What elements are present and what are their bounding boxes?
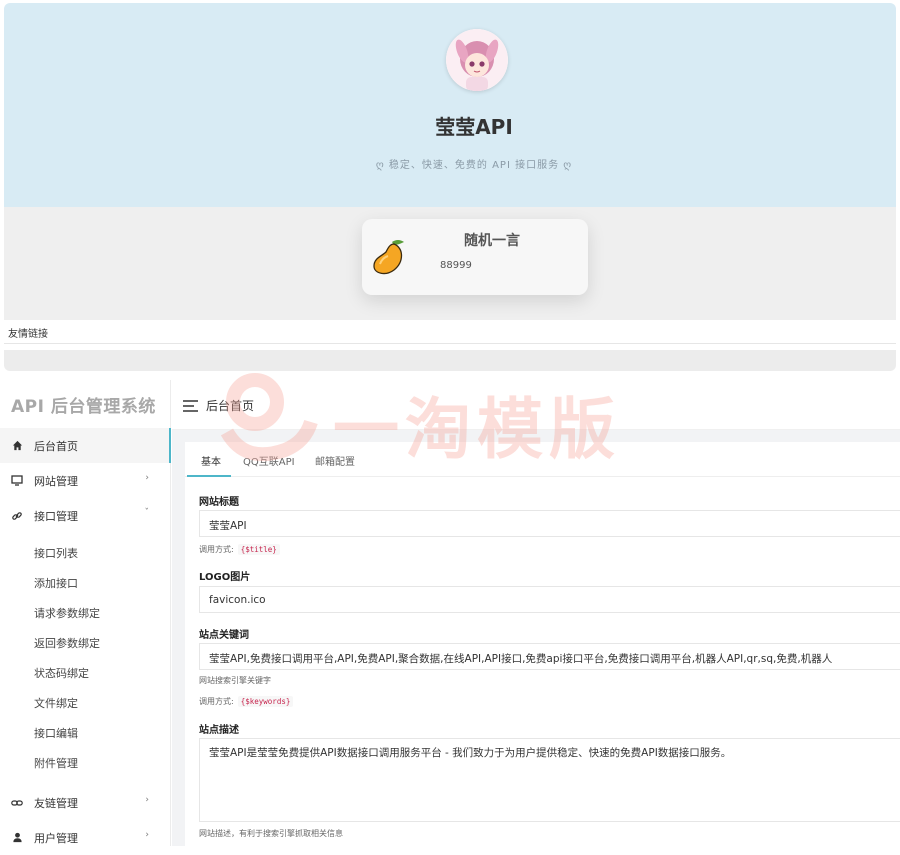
logo-input[interactable]: favicon.ico [199,586,900,613]
breadcrumb: 后台首页 [206,399,255,413]
monitor-icon [10,474,24,488]
sidebar-item-label: 接口管理 [34,509,78,523]
sidebar-item-website[interactable]: 网站管理 › [0,463,171,498]
tab-qq-api[interactable]: QQ互联API [243,453,295,468]
sidebar-item-label: 用户管理 [34,831,78,845]
admin-brand: API 后台管理系统 [11,397,156,417]
admin-topbar: 后台首页 [172,380,900,430]
settings-panel: 基本 QQ互联API 邮箱配置 网站标题 莹莹API 调用方式: {$title}… [185,442,900,846]
admin-main: 后台首页 基本 QQ互联API 邮箱配置 网站标题 莹莹API 调用方式: {$t… [172,380,900,846]
sidebar-subitem[interactable]: 接口编辑 [0,719,171,749]
quote-text: 88999 [440,260,472,271]
site-avatar [446,29,508,91]
description-textarea[interactable]: 莹莹API是莹莹免费提供API数据接口调用服务平台 - 我们致力于为用户提供稳定… [199,738,900,822]
site-description: ღ 稳定、快速、免费的 API 接口服务 ღ [4,156,896,171]
mango-icon [368,236,408,280]
active-tab-indicator [187,475,231,477]
friend-links-label: 友情链接 [8,329,48,340]
description-help: 网站描述，有利于搜索引擎抓取相关信息 [199,829,343,838]
logo-label: LOGO图片 [199,572,251,583]
keywords-input[interactable]: 莹莹API,免费接口调用平台,API,免费API,聚合数据,在线API,API接… [199,643,900,670]
link-icon [10,796,24,810]
quote-title: 随机一言 [464,233,520,249]
site-title-help: 调用方式: {$title} [199,544,280,555]
menu-toggle-icon[interactable] [183,397,199,416]
sidebar-subitem[interactable]: 状态码绑定 [0,659,171,689]
admin-sidebar: API 后台管理系统 后台首页 网站管理 › 接口管理 ˇ 接口列表 添加接口 … [0,380,171,846]
sidebar-subitem[interactable]: 请求参数绑定 [0,599,171,629]
code-snippet: {$keywords} [237,696,294,707]
sidebar-subitem[interactable]: 附件管理 [0,749,171,779]
sidebar-subitem[interactable]: 返回参数绑定 [0,629,171,659]
user-icon [10,831,24,845]
site-title-label: 网站标题 [199,497,239,508]
sidebar-item-label: 网站管理 [34,474,78,488]
sidebar-nav: 后台首页 网站管理 › 接口管理 ˇ 接口列表 添加接口 请求参数绑定 返回参数… [0,428,171,855]
quote-section: 随机一言 88999 [4,207,896,320]
site-description-text: 稳定、快速、免费的 API 接口服务 [388,160,560,171]
description-label: 站点描述 [199,725,239,736]
sidebar-subitem[interactable]: 接口列表 [0,539,171,569]
keywords-help: 网站搜索引擎关键字 [199,676,271,685]
home-icon [10,439,24,453]
tab-email[interactable]: 邮箱配置 [315,453,355,468]
leaf-icon: ღ [375,160,385,171]
keywords-label: 站点关键词 [199,630,249,641]
sidebar-item-label: 后台首页 [34,439,78,453]
sidebar-item-friend-links[interactable]: 友链管理 › [0,785,171,820]
chevron-right-icon: › [145,473,149,483]
footer-band [4,350,896,371]
settings-tabs: 基本 QQ互联API 邮箱配置 [185,442,900,477]
sidebar-item-users[interactable]: 用户管理 › [0,820,171,855]
link-icon [10,509,24,523]
keywords-usage: 调用方式: {$keywords} [199,696,294,707]
help-text: 调用方式: [199,697,234,706]
sidebar-item-api[interactable]: 接口管理 ˇ [0,498,171,533]
sidebar-item-dashboard[interactable]: 后台首页 [0,428,171,463]
tab-basic[interactable]: 基本 [201,453,221,468]
sidebar-subitem[interactable]: 添加接口 [0,569,171,599]
help-text: 调用方式: [199,545,234,554]
quote-card[interactable]: 随机一言 88999 [362,219,588,295]
sidebar-item-label: 友链管理 [34,796,78,810]
site-title: 莹莹API [435,115,513,139]
chevron-right-icon: › [145,795,149,805]
chevron-down-icon: ˇ [144,508,150,518]
code-snippet: {$title} [237,544,280,555]
leaf-icon: ღ [563,160,573,171]
hero-banner: 莹莹API ღ 稳定、快速、免费的 API 接口服务 ღ [4,3,896,207]
friend-links-bar: 友情链接 [4,320,896,344]
chevron-right-icon: › [145,830,149,840]
site-title-input[interactable]: 莹莹API [199,510,900,537]
sidebar-subitem[interactable]: 文件绑定 [0,689,171,719]
